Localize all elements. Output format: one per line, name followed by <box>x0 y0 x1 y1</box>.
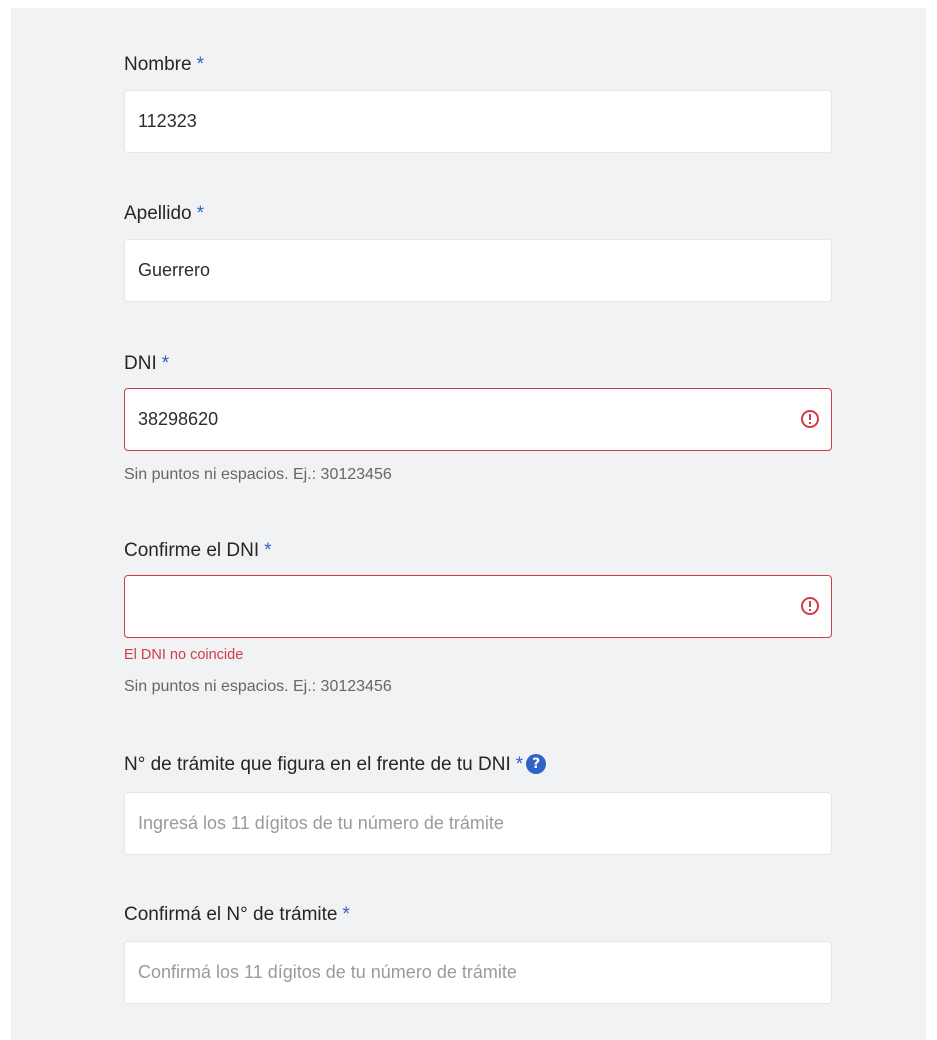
confirm-dni-error-message: El DNI no coincide <box>124 647 244 663</box>
tramite-input[interactable]: Ingresá los 11 dígitos de tu número de t… <box>124 792 832 855</box>
help-icon[interactable]: ? <box>526 754 547 774</box>
confirm-dni-input[interactable] <box>124 575 832 638</box>
form-panel: Nombre * 112323 Apellido * Guerrero DNI * 3… <box>11 8 926 1040</box>
dni-input[interactable]: 38298620 <box>124 388 832 451</box>
required-asterisk: * <box>196 203 205 224</box>
error-icon <box>801 597 819 615</box>
apellido-input[interactable]: Guerrero <box>124 239 832 302</box>
dni-input-value: 38298620 <box>138 409 219 429</box>
tramite-field: N° de trámite que figura en el frente de… <box>124 752 832 855</box>
tramite-label: N° de trámite que figura en el frente de… <box>124 752 832 778</box>
dni-field: DNI * 38298620 Sin puntos ni espacios. Ej… <box>124 351 832 483</box>
nombre-field: Nombre * 112323 <box>124 52 832 153</box>
confirm-tramite-input-placeholder: Confirmá los 11 dígitos de tu número de … <box>138 962 517 982</box>
required-asterisk: * <box>342 904 350 925</box>
confirm-tramite-field: Confirmá el N° de trámite * Confirmá los … <box>124 902 832 1004</box>
error-icon <box>801 410 819 428</box>
confirm-tramite-input[interactable]: Confirmá los 11 dígitos de tu número de … <box>124 941 832 1004</box>
required-asterisk: * <box>264 540 272 561</box>
apellido-input-value: Guerrero <box>138 260 211 280</box>
dni-hint: Sin puntos ni espacios. Ej.: 30123456 <box>124 466 392 483</box>
apellido-label: Apellido * <box>124 203 205 224</box>
nombre-input[interactable]: 112323 <box>124 90 832 153</box>
nombre-label: Nombre * <box>124 54 204 75</box>
confirm-dni-hint: Sin puntos ni espacios. Ej.: 30123456 <box>124 678 392 695</box>
tramite-input-placeholder: Ingresá los 11 dígitos de tu número de t… <box>138 813 504 833</box>
apellido-field: Apellido * Guerrero <box>124 201 832 302</box>
required-asterisk: * <box>161 353 170 374</box>
required-asterisk: * <box>515 754 524 775</box>
required-asterisk: * <box>196 54 204 75</box>
confirm-dni-field: Confirme el DNI * El DNI no coincide Sin … <box>124 538 832 695</box>
nombre-input-value: 112323 <box>138 111 197 131</box>
confirm-tramite-label: Confirmá el N° de trámite * <box>124 904 350 925</box>
confirm-dni-label: Confirme el DNI * <box>124 540 272 561</box>
dni-label: DNI * <box>124 353 170 374</box>
